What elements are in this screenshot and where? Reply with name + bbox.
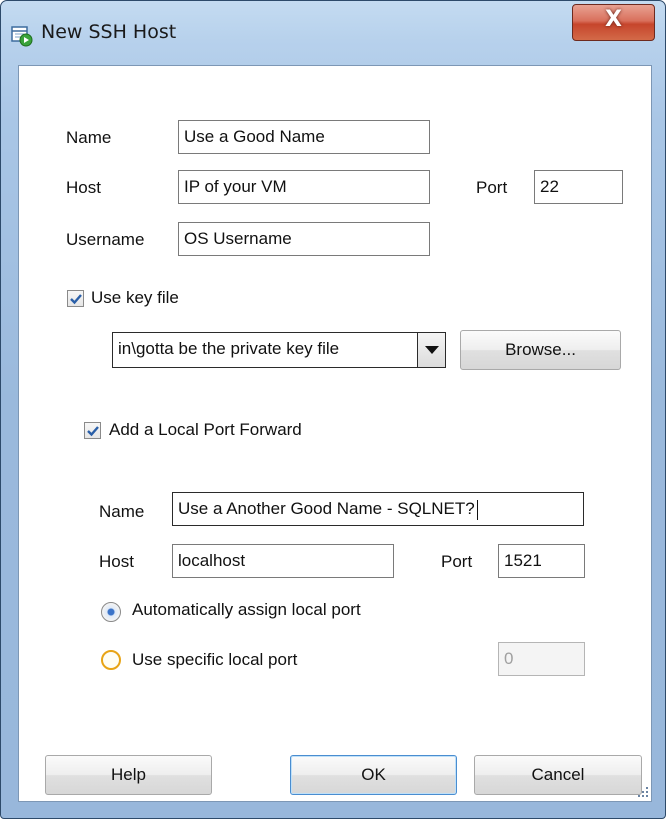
host-field[interactable]: IP of your VM: [178, 170, 430, 204]
dialog-content: Name Use a Good Name Host IP of your VM …: [18, 65, 652, 802]
specific-port-radio[interactable]: [101, 650, 121, 670]
key-file-dropdown-button[interactable]: [417, 333, 445, 367]
forward-port-label: Port: [441, 552, 473, 571]
forward-host-field[interactable]: localhost: [172, 544, 394, 578]
use-key-file-label: Use key file: [91, 288, 179, 307]
cancel-label: Cancel: [531, 765, 585, 784]
add-port-forward-checkbox[interactable]: [84, 422, 101, 439]
close-icon: X: [605, 7, 622, 32]
forward-name-label: Name: [99, 502, 145, 521]
chevron-down-icon: [425, 346, 439, 354]
checkmark-icon: [87, 426, 99, 437]
specific-port-label: Use specific local port: [132, 650, 298, 669]
cancel-button[interactable]: Cancel: [474, 755, 642, 795]
forward-port-field[interactable]: 1521: [498, 544, 585, 578]
name-field[interactable]: Use a Good Name: [178, 120, 430, 154]
text-cursor: [476, 499, 478, 520]
username-field[interactable]: OS Username: [178, 222, 430, 256]
key-file-path: in\gotta be the private key file: [118, 339, 340, 358]
name-label: Name: [66, 128, 112, 147]
username-label: Username: [66, 230, 145, 249]
browse-label: Browse...: [505, 340, 576, 359]
browse-button[interactable]: Browse...: [460, 330, 621, 370]
port-field[interactable]: 22: [534, 170, 623, 204]
ok-label: OK: [361, 765, 386, 784]
host-label: Host: [66, 178, 101, 197]
auto-assign-port-radio[interactable]: [101, 602, 121, 622]
port-label: Port: [476, 178, 508, 197]
close-button[interactable]: X: [572, 4, 655, 41]
key-file-combo[interactable]: in\gotta be the private key file: [112, 332, 446, 368]
title-bar[interactable]: New SSH Host X: [1, 1, 667, 65]
ok-button[interactable]: OK: [290, 755, 457, 795]
specific-port-field[interactable]: 0: [498, 642, 585, 676]
auto-assign-port-label: Automatically assign local port: [132, 600, 361, 619]
window-title: New SSH Host: [41, 21, 177, 43]
forward-name-field[interactable]: Use a Another Good Name - SQLNET?: [172, 492, 584, 526]
use-key-file-checkbox[interactable]: [67, 290, 84, 307]
forward-name-value: Use a Another Good Name - SQLNET?: [178, 499, 475, 518]
forward-host-label: Host: [99, 552, 134, 571]
resize-grip-icon[interactable]: [637, 783, 649, 797]
checkmark-icon: [70, 294, 82, 305]
add-port-forward-label: Add a Local Port Forward: [109, 420, 302, 439]
help-button[interactable]: Help: [45, 755, 212, 795]
new-ssh-host-dialog: New SSH Host X Name Use a Good Name Host…: [0, 0, 666, 819]
help-label: Help: [111, 765, 146, 784]
ssh-host-icon: [11, 25, 33, 47]
